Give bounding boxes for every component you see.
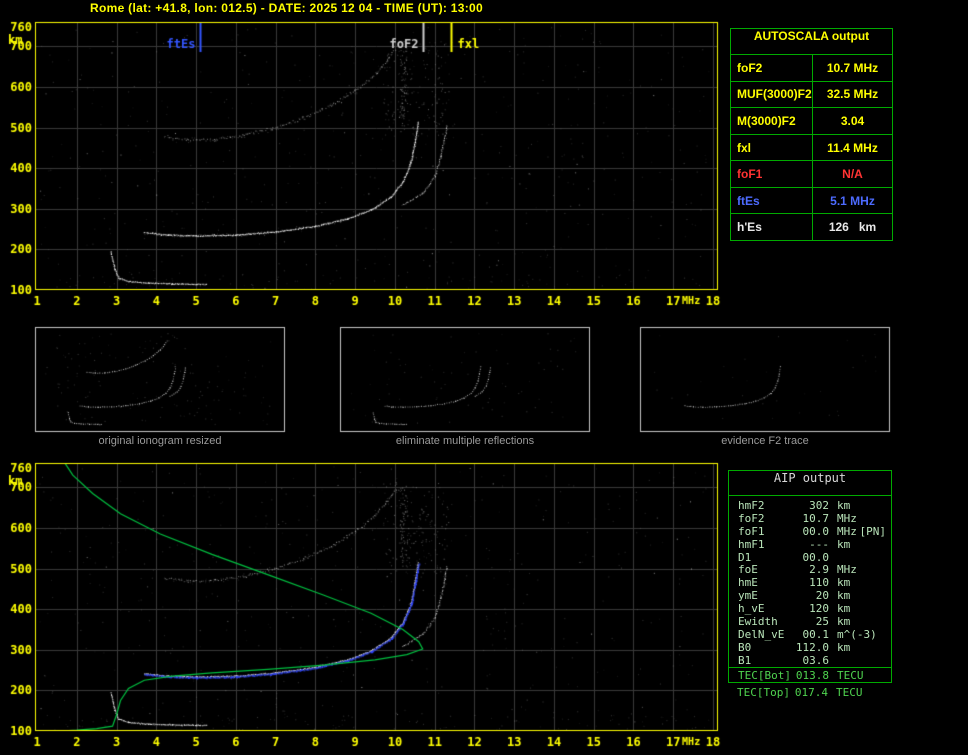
aip-row-unit: MHz	[837, 525, 857, 538]
autoscala-row-label: foF1	[731, 161, 813, 187]
aip-row-unit: MHz	[837, 563, 857, 576]
tec-row-unit: TECU	[836, 686, 863, 700]
autoscala-row-fxl: fxl11.4 MHz	[731, 135, 892, 162]
aip-row-yme: ymE 20 km	[729, 589, 891, 602]
aip-row-unit: km	[837, 615, 850, 628]
autoscala-row-label: MUF(3000)F2	[731, 82, 813, 108]
aip-row-label: hmE	[738, 576, 758, 589]
autoscala-row-label: h'Es	[731, 214, 813, 240]
autoscala-output-table: AUTOSCALA output foF210.7 MHzMUF(3000)F2…	[730, 28, 893, 241]
tec-row-label: TEC[Bot]	[738, 668, 791, 683]
autoscala-row-m-3000-f2: M(3000)F23.04	[731, 108, 892, 135]
autoscala-row-h-es: h'Es126 km	[731, 214, 892, 240]
aip-row-value: 00.0	[787, 551, 829, 564]
aip-row-value: 00.0	[787, 525, 829, 538]
aip-row-hme: hmE 110 km	[729, 576, 891, 589]
aip-row-tec-bot: TEC[Bot]013.8 TECU	[729, 667, 891, 682]
aip-row-value: 120	[787, 602, 829, 615]
aip-row-unit: km	[837, 538, 850, 551]
autoscala-row-value: 32.5 MHz	[813, 82, 892, 108]
autoscala-row-label: foF2	[731, 55, 813, 81]
autoscala-output-screen: Rome (lat: +41.8, lon: 012.5) - DATE: 20…	[0, 0, 968, 755]
thumb-caption-evidence-f2-trace: evidence F2 trace	[640, 435, 890, 447]
aip-row-value: 302	[787, 499, 829, 512]
aip-row-unit: MHz	[837, 512, 857, 525]
aip-row-hmf1: hmF1 --- km	[729, 538, 891, 551]
aip-row-label: foE	[738, 563, 758, 576]
autoscala-row-value: 10.7 MHz	[813, 55, 892, 81]
tec-row-value: 013.8	[787, 668, 829, 683]
aip-row-value: ---	[787, 538, 829, 551]
aip-row-hmf2: hmF2 302 km	[729, 499, 891, 512]
aip-row-unit: km	[837, 602, 850, 615]
aip-row-label: B0	[738, 641, 751, 654]
aip-row-fof1: foF1 00.0 MHz[PN]	[729, 525, 891, 538]
autoscala-row-label: ftEs	[731, 188, 813, 214]
autoscala-row-label: fxl	[731, 135, 813, 161]
aip-row-value: 00.1	[787, 628, 829, 641]
aip-row-label: foF2	[738, 512, 765, 525]
aip-row-value: 03.6	[787, 654, 829, 667]
aip-output-table: AIP output hmF2 302 km foF2 10.7 MHz foF1 00.0 M…	[728, 470, 892, 683]
autoscala-row-fof1: foF1N/A	[731, 161, 892, 188]
aip-row-foe: foE 2.9 MHz	[729, 563, 891, 576]
aip-row-fof2: foF2 10.7 MHz	[729, 512, 891, 525]
autoscala-row-label: M(3000)F2	[731, 108, 813, 134]
aip-row-h-ve: h_vE 120 km	[729, 602, 891, 615]
aip-row-unit: m^(-3)	[837, 628, 877, 641]
autoscala-row-value: 11.4 MHz	[813, 135, 892, 161]
autoscala-table-title: AUTOSCALA output	[731, 29, 892, 55]
aip-row-label: foF1	[738, 525, 765, 538]
autoscala-row-value: N/A	[813, 161, 892, 187]
aip-row-value: 110	[787, 576, 829, 589]
autoscala-row-muf-3000-f2: MUF(3000)F232.5 MHz	[731, 82, 892, 109]
tec-row-label: TEC[Top]	[737, 686, 790, 700]
tec-row-value: 017.4	[786, 686, 828, 700]
aip-row-value: 20	[787, 589, 829, 602]
aip-row-label: D1	[738, 551, 751, 564]
aip-row-deln-ve: DelN_vE00.1 m^(-3)	[729, 628, 891, 641]
aip-row-ewidth: Ewidth 25 km	[729, 615, 891, 628]
aip-table-rows: hmF2302kmfoF210.7MHzfoF100.0MHz[PN]hmF1-…	[729, 496, 891, 667]
tec-row-unit: TECU	[837, 668, 864, 683]
aip-row-unit: km	[837, 576, 850, 589]
aip-row-value: 112.0	[787, 641, 829, 654]
aip-row-b0: B0 112.0 km	[729, 641, 891, 654]
aip-row-label: h_vE	[738, 602, 765, 615]
thumb-caption-original-resized: original ionogram resized	[35, 435, 285, 447]
aip-row-d1: D1 00.0	[729, 551, 891, 564]
aip-row-b1: B1 03.6	[729, 654, 891, 667]
aip-row-label: ymE	[738, 589, 758, 602]
aip-row-value: 25	[787, 615, 829, 628]
aip-row-unit: km	[837, 589, 850, 602]
aip-row-value: 10.7	[787, 512, 829, 525]
aip-row-tec-top: TEC[Top]017.4 TECU	[728, 686, 892, 700]
aip-row-note: [PN]	[860, 525, 887, 538]
aip-row-label: Ewidth	[738, 615, 778, 628]
autoscala-row-ftes: ftEs5.1 MHz	[731, 188, 892, 215]
autoscala-table-rows: foF210.7 MHzMUF(3000)F232.5 MHzM(3000)F2…	[731, 55, 892, 240]
aip-table-title: AIP output	[729, 471, 891, 496]
aip-row-value: 2.9	[787, 563, 829, 576]
autoscala-row-fof2: foF210.7 MHz	[731, 55, 892, 82]
aip-row-label: hmF1	[738, 538, 765, 551]
autoscala-row-value: 3.04	[813, 108, 892, 134]
aip-row-unit: km	[837, 499, 850, 512]
autoscala-row-value: 5.1 MHz	[813, 188, 892, 214]
aip-row-unit: km	[837, 641, 850, 654]
aip-row-label: hmF2	[738, 499, 765, 512]
aip-row-label: DelN_vE	[738, 628, 784, 641]
thumb-caption-eliminate-reflections: eliminate multiple reflections	[340, 435, 590, 447]
autoscala-row-value: 126 km	[813, 214, 892, 240]
aip-row-label: B1	[738, 654, 751, 667]
